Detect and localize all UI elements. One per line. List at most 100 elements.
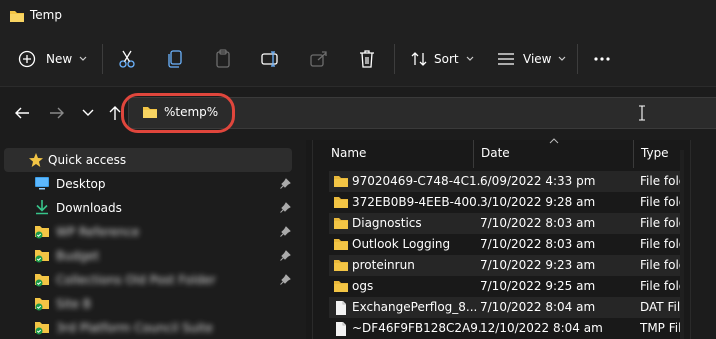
table-row[interactable]: 372EB0B9-4EEB-400... 3/10/2022 9:28 am F… [329, 192, 683, 213]
clipboard-icon [216, 49, 230, 68]
file-type: File folder [640, 174, 683, 188]
sidebar-item-folder[interactable]: Site B [0, 292, 292, 316]
column-header-date[interactable]: Date [481, 146, 510, 160]
sort-ascending-icon [549, 138, 559, 144]
sidebar-item-folder[interactable]: Budget [0, 244, 292, 268]
file-list: Name Date Type 97020469-C748-4C1... 6/09… [313, 138, 716, 339]
sidebar-item-label: 3rd Platform Council Suite [56, 321, 213, 335]
pin-icon[interactable] [279, 250, 291, 262]
highlight-annotation [121, 93, 235, 133]
file-name: Outlook Logging [352, 237, 451, 251]
file-type: TMP File [640, 321, 683, 335]
sidebar-item-quick-access[interactable]: Quick access [4, 148, 292, 172]
file-icon [336, 322, 346, 336]
star-icon [29, 153, 43, 167]
sidebar-item-label: Collections Old Post Folder [56, 273, 216, 287]
vertical-scrollbar[interactable] [680, 150, 684, 339]
sidebar-item-label: Quick access [48, 153, 127, 167]
sort-label: Sort [434, 52, 459, 66]
scissors-icon [119, 50, 135, 68]
toolbar-separator [394, 44, 395, 74]
back-arrow-icon[interactable] [14, 106, 30, 120]
sidebar-item-label: Budget [56, 249, 100, 263]
navigation-pane: Quick access Desktop Downloads WP Refere… [0, 140, 306, 339]
file-name: Diagnostics [352, 216, 422, 230]
table-row[interactable]: ~DF46F9FB128C2A9... 12/10/2022 8:04 am T… [329, 318, 683, 339]
toolbar-separator [577, 44, 578, 74]
table-row[interactable]: ExchangePerflog_8... 7/10/2022 8:04 am D… [329, 297, 683, 318]
rename-icon [261, 51, 278, 67]
column-divider[interactable] [473, 140, 474, 168]
copy-icon [168, 50, 182, 68]
file-name: 97020469-C748-4C1... [352, 174, 482, 188]
file-type: File folder [640, 216, 683, 230]
view-label: View [523, 52, 552, 66]
file-date: 12/10/2022 8:04 am [480, 321, 603, 335]
view-list-icon [498, 53, 514, 65]
column-divider[interactable] [633, 140, 634, 168]
chevron-down-icon [79, 56, 87, 61]
table-row[interactable]: 97020469-C748-4C1... 6/09/2022 4:33 pm F… [329, 171, 683, 192]
table-row[interactable]: ogs 7/10/2022 9:25 am File folder [329, 276, 683, 297]
file-name: ~DF46F9FB128C2A9... [352, 321, 482, 335]
command-bar: New Sort View [0, 32, 716, 86]
pin-icon[interactable] [279, 226, 291, 238]
synced-folder-icon [35, 274, 49, 287]
share-icon [310, 51, 327, 67]
table-row[interactable]: proteinrun 7/10/2022 9:23 am File folder [329, 255, 683, 276]
folder-icon [334, 218, 348, 229]
file-date: 7/10/2022 8:04 am [480, 300, 596, 314]
download-icon [36, 200, 48, 215]
plus-circle-icon [18, 50, 36, 68]
trash-icon [360, 50, 374, 68]
file-name: ogs [352, 279, 374, 293]
sort-button[interactable]: Sort [410, 44, 474, 74]
folder-icon [334, 197, 348, 208]
file-type: File folder [640, 258, 683, 272]
share-button[interactable] [310, 44, 328, 74]
forward-arrow-icon[interactable] [49, 106, 65, 120]
sidebar-item-downloads[interactable]: Downloads [0, 196, 292, 220]
cut-button[interactable] [118, 44, 136, 74]
paste-button[interactable] [214, 44, 232, 74]
new-button[interactable]: New [18, 44, 87, 74]
file-date: 7/10/2022 8:03 am [480, 216, 596, 230]
file-name: ExchangePerflog_8... [352, 300, 478, 314]
file-date: 7/10/2022 8:03 am [480, 237, 596, 251]
synced-folder-icon [35, 298, 49, 311]
sidebar-item-folder[interactable]: WP Reference [0, 220, 292, 244]
sidebar-item-folder[interactable]: Collections Old Post Folder [0, 268, 292, 292]
pin-icon[interactable] [279, 274, 291, 286]
sidebar-item-label: Site B [56, 297, 92, 311]
up-arrow-icon[interactable] [108, 105, 122, 121]
window-title: Temp [30, 8, 62, 22]
synced-folder-icon [35, 322, 49, 335]
view-button[interactable]: View [497, 44, 566, 74]
copy-button[interactable] [166, 44, 184, 74]
synced-folder-icon [35, 250, 49, 263]
title-bar: Temp [0, 0, 716, 32]
rename-button[interactable] [261, 44, 281, 74]
sidebar-item-desktop[interactable]: Desktop [0, 172, 292, 196]
table-row[interactable]: Diagnostics 7/10/2022 8:03 am File folde… [329, 213, 683, 234]
table-row[interactable]: Outlook Logging 7/10/2022 8:03 am File f… [329, 234, 683, 255]
file-type: File folder [640, 237, 683, 251]
folder-icon [334, 260, 348, 271]
column-header-type[interactable]: Type [641, 146, 669, 160]
file-date: 7/10/2022 9:25 am [480, 279, 596, 293]
sort-icon [411, 52, 427, 66]
sidebar-item-folder[interactable]: 3rd Platform Council Suite [0, 316, 292, 339]
toolbar-separator [102, 44, 103, 74]
pin-icon[interactable] [279, 202, 291, 214]
sidebar-item-label: Desktop [56, 177, 106, 191]
text-cursor-icon [639, 105, 645, 121]
folder-icon [334, 176, 348, 187]
recent-locations-chevron-icon[interactable] [82, 109, 94, 117]
file-date: 6/09/2022 4:33 pm [480, 174, 596, 188]
more-options-button[interactable] [593, 44, 611, 74]
delete-button[interactable] [358, 44, 376, 74]
column-header-name[interactable]: Name [331, 146, 366, 160]
folder-icon [334, 239, 348, 250]
sidebar-item-label: Downloads [56, 201, 122, 215]
pin-icon[interactable] [279, 178, 291, 190]
